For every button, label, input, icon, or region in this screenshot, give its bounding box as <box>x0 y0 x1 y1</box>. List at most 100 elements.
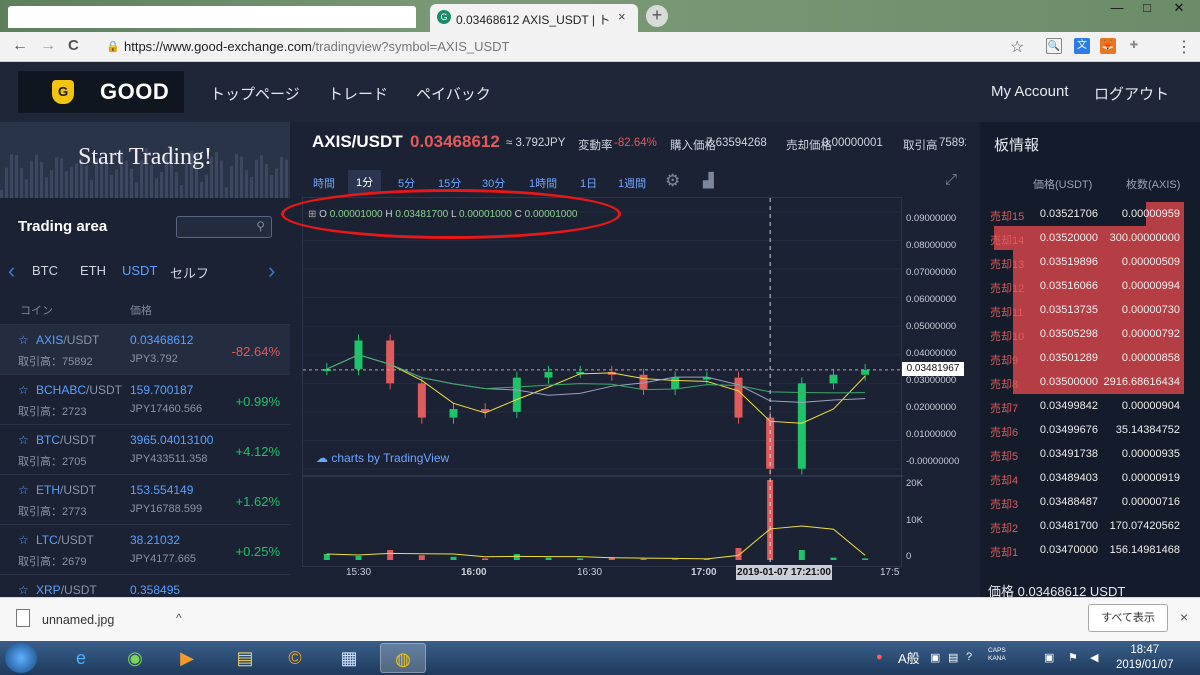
book-row[interactable]: 売却11 0.03513735 0.00000730 <box>984 298 1184 322</box>
book-row[interactable]: 売却5 0.03491738 0.00000935 <box>984 442 1184 466</box>
tf-1d[interactable]: 1日 <box>580 175 597 191</box>
price-chart[interactable] <box>302 197 903 568</box>
new-tab-button[interactable]: + <box>646 5 668 27</box>
site-logo[interactable]: GOOD <box>18 71 184 113</box>
system-clock[interactable]: 18:47 2019/01/07 <box>1116 643 1174 673</box>
explorer-folder-icon[interactable]: ▤ <box>222 643 268 673</box>
favorite-star-icon[interactable]: ☆ <box>18 433 29 447</box>
extension-puzzle-icon[interactable]: ✚ <box>1126 38 1142 54</box>
download-file-name[interactable]: unnamed.jpg <box>42 613 114 627</box>
currency-prev-icon[interactable]: ‹ <box>8 258 15 284</box>
clock-time: 18:47 <box>1130 644 1160 656</box>
url-field[interactable]: https://www.good-exchange.com/tradingvie… <box>124 39 510 54</box>
currency-tab-btc[interactable]: BTC <box>32 263 58 278</box>
download-bar-close-icon[interactable]: × <box>1180 609 1188 625</box>
chart-settings-gear-icon[interactable]: ⚙ <box>665 171 680 191</box>
market-quote: /USDT <box>60 483 96 497</box>
media-player-icon[interactable]: ▶ <box>164 643 210 673</box>
nav-payback[interactable]: ペイバック <box>416 83 491 104</box>
tray-dictionary-icon[interactable]: ▤ <box>948 651 958 664</box>
favorite-star-icon[interactable]: ☆ <box>18 483 29 497</box>
market-row[interactable]: ☆ BCHABC/USDT 159.700187 取引高：2723 JPY17460.5… <box>0 374 290 424</box>
book-row-price: 0.03521706 <box>1039 208 1098 220</box>
trading-area-title: Trading area <box>18 218 108 235</box>
tf-5m[interactable]: 5分 <box>398 175 415 191</box>
globe-app-icon[interactable]: ◉ <box>112 643 158 673</box>
maximize-icon[interactable]: □ <box>1134 0 1160 18</box>
volume-bar <box>798 550 805 560</box>
favorite-star-icon[interactable]: ☆ <box>18 333 29 347</box>
market-row[interactable]: ☆ BTC/USDT 3965.04013100 取引高：2705 JPY433511.… <box>0 424 290 474</box>
nav-top-page[interactable]: トップページ <box>210 83 300 104</box>
currency-next-icon[interactable]: › <box>268 258 275 284</box>
tab-close-icon[interactable]: × <box>618 9 626 24</box>
extension-translate-icon[interactable]: 文 <box>1074 38 1090 54</box>
extension-metamask-icon[interactable]: 🦊 <box>1100 38 1116 54</box>
favorite-star-icon[interactable]: ☆ <box>18 533 29 547</box>
currency-tab-self[interactable]: セルフ <box>170 263 209 282</box>
windows-start-icon[interactable] <box>5 643 37 673</box>
download-options-chevron-icon[interactable]: ^ <box>176 611 182 625</box>
tray-volume-icon[interactable]: ◀ <box>1090 651 1098 664</box>
book-row[interactable]: 売却13 0.03519896 0.00000509 <box>984 250 1184 274</box>
book-row[interactable]: 売却1 0.03470000 156.14981468 <box>984 538 1184 562</box>
logo-shield-icon: G <box>52 80 74 104</box>
book-row[interactable]: 売却3 0.03488487 0.00000716 <box>984 490 1184 514</box>
tray-alert-icon[interactable]: ● <box>876 651 883 663</box>
tradingview-credit[interactable]: ☁ charts by TradingView <box>316 451 449 465</box>
currency-tab-eth[interactable]: ETH <box>80 263 106 278</box>
market-row[interactable]: ☆ LTC/USDT 38.21032 取引高：2679 JPY4177.665 +0.2… <box>0 524 290 574</box>
book-row-amount: 0.00000858 <box>1121 352 1180 364</box>
tray-help-icon[interactable]: ? <box>966 651 972 663</box>
book-row[interactable]: 売却15 0.03521706 0.00000959 <box>984 202 1184 226</box>
book-row[interactable]: 売却14 0.03520000 300.00000000 <box>984 226 1184 250</box>
indicators-icon[interactable]: ▟ <box>703 172 714 189</box>
extension-search-icon[interactable]: 🔍 <box>1046 38 1062 54</box>
bookmark-star-icon[interactable]: ☆ <box>1010 37 1024 57</box>
tray-ime-tools-icon[interactable]: ▣ <box>930 651 940 664</box>
show-all-downloads-button[interactable]: すべて表示 <box>1088 604 1168 632</box>
book-row[interactable]: 売却9 0.03501289 0.00000858 <box>984 346 1184 370</box>
book-row[interactable]: 売却2 0.03481700 170.07420562 <box>984 514 1184 538</box>
ime-indicator[interactable]: A般 <box>898 648 920 667</box>
book-row[interactable]: 売却12 0.03516066 0.00000994 <box>984 274 1184 298</box>
reload-icon[interactable]: C <box>68 37 79 54</box>
candle-body <box>512 377 521 412</box>
favorite-star-icon[interactable]: ☆ <box>18 383 29 397</box>
favorite-star-icon[interactable]: ☆ <box>18 583 29 597</box>
fullscreen-icon[interactable]: ⤢ <box>945 171 957 188</box>
price-axis-label: 0.07000000 <box>906 267 957 278</box>
market-row[interactable]: ☆ AXIS/USDT 0.03468612 取引高：75892 JPY3.792 -82… <box>0 324 290 374</box>
tray-network-error-icon[interactable]: ▣ <box>1044 651 1054 664</box>
tray-flag-icon[interactable]: ⚑ <box>1068 651 1078 664</box>
book-col-amount: 枚数(AXIS) <box>1126 179 1181 191</box>
market-search-input[interactable]: ⚲ <box>176 216 272 238</box>
browser-tab-blank[interactable] <box>8 6 416 28</box>
currency-tab-usdt[interactable]: USDT <box>122 263 157 278</box>
book-row[interactable]: 売却10 0.03505298 0.00000792 <box>984 322 1184 346</box>
banner-bar <box>135 182 138 198</box>
coin-app-icon[interactable]: © <box>272 643 318 673</box>
calculator-icon[interactable]: ▦ <box>326 643 372 673</box>
book-row[interactable]: 売却7 0.03499842 0.00000904 <box>984 394 1184 418</box>
tf-time[interactable]: 時間 <box>313 175 335 191</box>
browser-tab-active[interactable]: 0.03468612 AXIS_USDT | ト <box>430 4 638 32</box>
book-row[interactable]: 売却4 0.03489403 0.00000919 <box>984 466 1184 490</box>
chrome-icon[interactable]: ◍ <box>380 643 426 673</box>
tf-1m[interactable]: 1分 <box>348 170 382 194</box>
ie-icon[interactable]: e <box>58 643 104 673</box>
tf-1h[interactable]: 1時間 <box>529 175 557 191</box>
nav-trade[interactable]: トレード <box>328 83 388 104</box>
back-icon[interactable]: ← <box>12 37 28 55</box>
nav-my-account[interactable]: My Account <box>991 83 1069 100</box>
nav-logout[interactable]: ログアウト <box>1094 83 1169 104</box>
forward-icon[interactable]: → <box>40 37 56 55</box>
market-row[interactable]: ☆ ETH/USDT 153.554149 取引高：2773 JPY16788.599 +… <box>0 474 290 524</box>
volume-bar <box>323 554 330 560</box>
book-row[interactable]: 売却8 0.03500000 2916.68616434 <box>984 370 1184 394</box>
minimize-icon[interactable]: — <box>1104 0 1130 18</box>
tf-1w[interactable]: 1週間 <box>618 175 646 191</box>
window-close-icon[interactable]: ✕ <box>1166 0 1192 18</box>
browser-menu-icon[interactable]: ⋮ <box>1176 37 1192 57</box>
book-row[interactable]: 売却6 0.03499676 35.14384752 <box>984 418 1184 442</box>
